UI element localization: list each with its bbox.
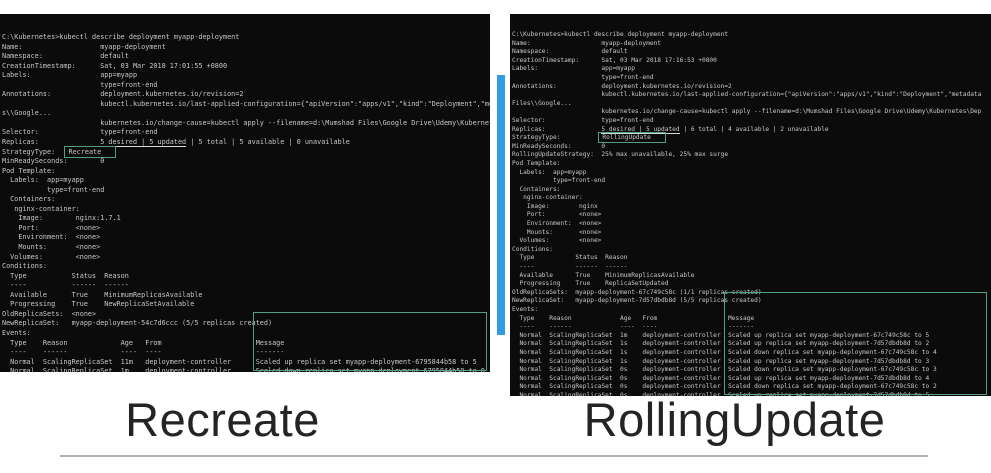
bottom-rule <box>60 455 928 457</box>
terminal-line: Labels: app=myapp <box>512 65 991 74</box>
terminal-line: Type Status Reason <box>512 254 991 263</box>
terminal-line: Environment: <none> <box>512 220 991 229</box>
terminal-line: Progressing True NewReplicaSetAvailable <box>2 300 490 310</box>
terminal-line: Image: nginx <box>512 203 991 212</box>
terminal-line: kubectl.kubernetes.io/last-applied-confi… <box>2 100 490 110</box>
terminal-line: Selector: type=front-end <box>2 128 490 138</box>
terminal-line: Name: myapp-deployment <box>512 40 991 49</box>
blue-divider-bar <box>497 75 505 335</box>
terminal-line: StrategyType: RollingUpdate <box>512 134 991 143</box>
terminal-recreate[interactable]: C:\Kubernetes>kubectl describe deploymen… <box>0 14 490 372</box>
terminal-line: Available True MinimumReplicasAvailable <box>512 272 991 281</box>
terminal-line: Conditions: <box>512 246 991 255</box>
terminal-line: Containers: <box>2 195 490 205</box>
terminal-line: Labels: app=myapp <box>2 176 490 186</box>
terminal-line: Type Status Reason <box>2 272 490 282</box>
caption-recreate: Recreate <box>0 392 445 447</box>
terminal-line: C:\Kubernetes>kubectl describe deploymen… <box>512 31 991 40</box>
terminal-line: StrategyType: Recreate <box>2 148 490 158</box>
caption-rollingupdate: RollingUpdate <box>512 392 957 447</box>
terminal-line: kubernetes.io/change-cause=kubectl apply… <box>2 119 490 129</box>
terminal-line: type=front-end <box>512 177 991 186</box>
terminal-line: Annotations: deployment.kubernetes.io/re… <box>2 90 490 100</box>
terminal-line: Conditions: <box>2 262 490 272</box>
terminal-line: Labels: app=myapp <box>512 169 991 178</box>
terminal-line: Pod Template: <box>2 167 490 177</box>
terminal-line: type=front-end <box>2 81 490 91</box>
terminal-line: Progressing True ReplicaSetUpdated <box>512 280 991 289</box>
terminal-line: Containers: <box>512 186 991 195</box>
terminal-line: CreationTimestamp: Sat, 03 Mar 2018 17:1… <box>512 57 991 66</box>
terminal-line: RollingUpdateStrategy: 25% max unavailab… <box>512 151 991 160</box>
terminal-line: Namespace: default <box>512 48 991 57</box>
terminal-line: Annotations: deployment.kubernetes.io/re… <box>512 83 991 92</box>
terminal-line: CreationTimestamp: Sat, 03 Mar 2018 17:0… <box>2 62 490 72</box>
terminal-line: Volumes: <none> <box>2 253 490 263</box>
terminal-line: kubernetes.io/change-cause=kubectl apply… <box>512 108 991 117</box>
terminal-rollingupdate[interactable]: C:\Kubernetes>kubectl describe deploymen… <box>510 14 991 396</box>
terminal-line: Port: <none> <box>512 211 991 220</box>
terminal-line: type=front-end <box>2 186 490 196</box>
terminal-line: MinReadySeconds: 0 <box>512 143 991 152</box>
terminal-line: Mounts: <none> <box>2 243 490 253</box>
terminal-line: Mounts: <none> <box>512 229 991 238</box>
events-message-highlight-box <box>724 292 987 395</box>
terminal-line: Labels: app=myapp <box>2 71 490 81</box>
terminal-line: kubectl.kubernetes.io/last-applied-confi… <box>512 91 991 100</box>
terminal-line: Port: <none> <box>2 224 490 234</box>
events-message-highlight-box <box>253 312 487 371</box>
strategy-highlight-box: Recreate <box>64 146 116 158</box>
terminal-line: nginx-container: <box>512 194 991 203</box>
terminal-line: ---- ------ ------ <box>2 281 490 291</box>
terminal-line: type=front-end <box>512 74 991 83</box>
terminal-line: Volumes: <none> <box>512 237 991 246</box>
terminal-line: MinReadySeconds: 0 <box>2 157 490 167</box>
terminal-line: nginx-container: <box>2 205 490 215</box>
terminal-line: Pod Template: <box>512 160 991 169</box>
terminal-line: Namespace: default <box>2 52 490 62</box>
terminal-line: Replicas: 5 desired | 5 updated | 6 tota… <box>512 126 991 135</box>
terminal-line: Available True MinimumReplicasAvailable <box>2 291 490 301</box>
strategy-highlight-box: RollingUpdate <box>598 132 665 143</box>
terminal-line: s\\Google... <box>2 109 490 119</box>
terminal-line: Environment: <none> <box>2 233 490 243</box>
terminal-line: Files\\Google... <box>512 100 991 109</box>
terminal-line: C:\Kubernetes>kubectl describe deploymen… <box>2 33 490 43</box>
terminal-line: ---- ------ ------ <box>512 263 991 272</box>
terminal-line: Name: myapp-deployment <box>2 43 490 53</box>
terminal-line: Image: nginx:1.7.1 <box>2 214 490 224</box>
terminal-line: Selector: type=front-end <box>512 117 991 126</box>
